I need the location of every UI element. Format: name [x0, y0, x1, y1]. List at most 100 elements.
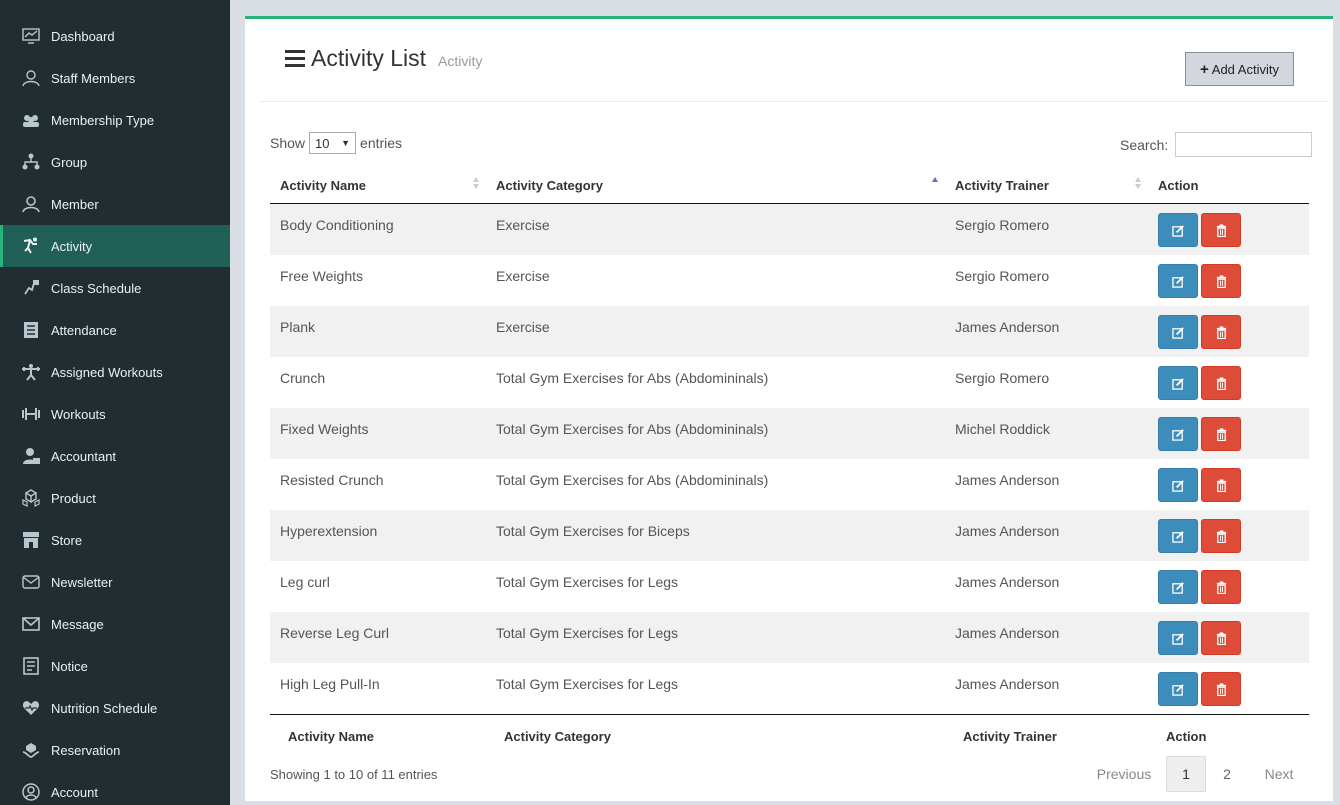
sidebar-item-group[interactable]: Group: [0, 141, 230, 183]
delete-button[interactable]: [1201, 519, 1241, 553]
cell-activity-trainer: Sergio Romero: [955, 268, 1050, 284]
heart-icon: [20, 698, 42, 718]
sidebar-item-label: Group: [51, 154, 88, 170]
sidebar-item-label: Nutrition Schedule: [51, 700, 158, 716]
notice-icon: [20, 656, 42, 676]
delete-button[interactable]: [1201, 468, 1241, 502]
delete-button[interactable]: [1201, 621, 1241, 655]
sidebar-item-staff-members[interactable]: Staff Members: [0, 57, 230, 99]
trash-icon: [1216, 325, 1226, 339]
footer-action: Action: [1166, 729, 1207, 744]
edit-button[interactable]: [1158, 264, 1198, 298]
sidebar-item-accountant[interactable]: Accountant: [0, 435, 230, 477]
sidebar-item-assigned-workouts[interactable]: Assigned Workouts: [0, 351, 230, 393]
reservation-icon: [20, 740, 42, 760]
sidebar-item-dashboard[interactable]: Dashboard: [0, 15, 230, 57]
cell-activity-trainer: Michel Roddick: [955, 421, 1050, 437]
add-activity-button[interactable]: + Add Activity: [1185, 52, 1294, 86]
sidebar-item-newsletter[interactable]: Newsletter: [0, 561, 230, 603]
col-activity-category[interactable]: Activity Category: [496, 178, 603, 193]
cell-activity-name: Reverse Leg Curl: [280, 625, 389, 641]
sidebar-item-member[interactable]: Member: [0, 183, 230, 225]
edit-button[interactable]: [1158, 213, 1198, 247]
membership-icon: [20, 110, 42, 130]
col-activity-trainer[interactable]: Activity Trainer: [955, 178, 1049, 193]
edit-icon: [1171, 275, 1184, 288]
sidebar-item-label: Membership Type: [51, 112, 155, 128]
cell-activity-category: Total Gym Exercises for Legs: [496, 676, 679, 692]
cell-activity-category: Total Gym Exercises for Legs: [496, 625, 679, 641]
table-footer: Activity Name Activity Category Activity…: [270, 714, 1309, 756]
activity-icon: [20, 236, 42, 256]
col-activity-name[interactable]: Activity Name: [280, 178, 366, 193]
newsletter-icon: [20, 572, 42, 592]
previous-page-button[interactable]: Previous: [1088, 756, 1160, 792]
sort-icon[interactable]: [472, 175, 480, 191]
cell-activity-name: Hyperextension: [280, 523, 378, 539]
delete-button[interactable]: [1201, 570, 1241, 604]
sidebar-item-workouts[interactable]: Workouts: [0, 393, 230, 435]
group-icon: [20, 152, 42, 172]
sidebar-item-account[interactable]: Account: [0, 771, 230, 805]
sidebar-item-message[interactable]: Message: [0, 603, 230, 645]
entries-select[interactable]: 10 ▼: [309, 132, 357, 154]
entries-control: Show 10 ▼ entries: [270, 132, 402, 154]
sort-icon[interactable]: [1134, 175, 1142, 191]
sidebar-item-activity[interactable]: Activity: [0, 225, 230, 267]
edit-button[interactable]: [1158, 366, 1198, 400]
footer-activity-category: Activity Category: [504, 729, 611, 744]
cell-activity-category: Total Gym Exercises for Legs: [496, 574, 679, 590]
cell-activity-trainer: James Anderson: [955, 625, 1060, 641]
edit-button[interactable]: [1158, 621, 1198, 655]
delete-button[interactable]: [1201, 315, 1241, 349]
search-control: Search:: [1120, 132, 1313, 157]
sidebar-item-nutrition-schedule[interactable]: Nutrition Schedule: [0, 687, 230, 729]
edit-button[interactable]: [1158, 315, 1198, 349]
trash-icon: [1216, 631, 1226, 645]
table-row: Resisted Crunch Total Gym Exercises for A…: [270, 459, 1309, 510]
edit-button[interactable]: [1158, 519, 1198, 553]
sidebar-item-reservation[interactable]: Reservation: [0, 729, 230, 771]
sidebar-item-class-schedule[interactable]: Class Schedule: [0, 267, 230, 309]
trash-icon: [1216, 580, 1226, 594]
delete-button[interactable]: [1201, 366, 1241, 400]
cell-activity-name: Crunch: [280, 370, 326, 386]
cell-activity-name: Leg curl: [280, 574, 330, 590]
sidebar-item-notice[interactable]: Notice: [0, 645, 230, 687]
assigned-workouts-icon: [20, 362, 42, 382]
edit-button[interactable]: [1158, 672, 1198, 706]
sidebar-item-label: Accountant: [51, 448, 117, 464]
cell-activity-category: Total Gym Exercises for Abs (Abdomininal…: [496, 421, 769, 437]
sidebar-item-label: Newsletter: [51, 574, 113, 590]
table-header: Activity Name Activity Category Activity…: [270, 166, 1309, 204]
delete-button[interactable]: [1201, 417, 1241, 451]
sidebar-item-label: Dashboard: [51, 28, 115, 44]
sidebar-item-membership-type[interactable]: Membership Type: [0, 99, 230, 141]
sidebar-item-store[interactable]: Store: [0, 519, 230, 561]
cell-activity-trainer: James Anderson: [955, 319, 1060, 335]
delete-button[interactable]: [1201, 264, 1241, 298]
page-button-1[interactable]: 1: [1166, 756, 1206, 792]
edit-button[interactable]: [1158, 468, 1198, 502]
trash-icon: [1216, 478, 1226, 492]
page-button-2[interactable]: 2: [1207, 756, 1247, 792]
product-icon: [20, 488, 42, 508]
sort-asc-icon[interactable]: [931, 175, 939, 191]
sidebar-item-label: Store: [51, 532, 83, 548]
cell-activity-trainer: James Anderson: [955, 676, 1060, 692]
sidebar-item-label: Attendance: [51, 322, 117, 338]
plus-icon: +: [1200, 60, 1209, 78]
sidebar-item-product[interactable]: Product: [0, 477, 230, 519]
delete-button[interactable]: [1201, 213, 1241, 247]
search-input[interactable]: [1175, 132, 1313, 157]
sidebar-item-attendance[interactable]: Attendance: [0, 309, 230, 351]
table-row: Fixed Weights Total Gym Exercises for Abs…: [270, 408, 1309, 459]
delete-button[interactable]: [1201, 672, 1241, 706]
next-page-button[interactable]: Next: [1251, 756, 1307, 792]
table-row: Hyperextension Total Gym Exercises for Bi…: [270, 510, 1309, 561]
edit-button[interactable]: [1158, 417, 1198, 451]
col-action: Action: [1158, 178, 1199, 193]
trash-icon: [1216, 682, 1226, 696]
edit-button[interactable]: [1158, 570, 1198, 604]
menu-icon[interactable]: [285, 50, 305, 68]
